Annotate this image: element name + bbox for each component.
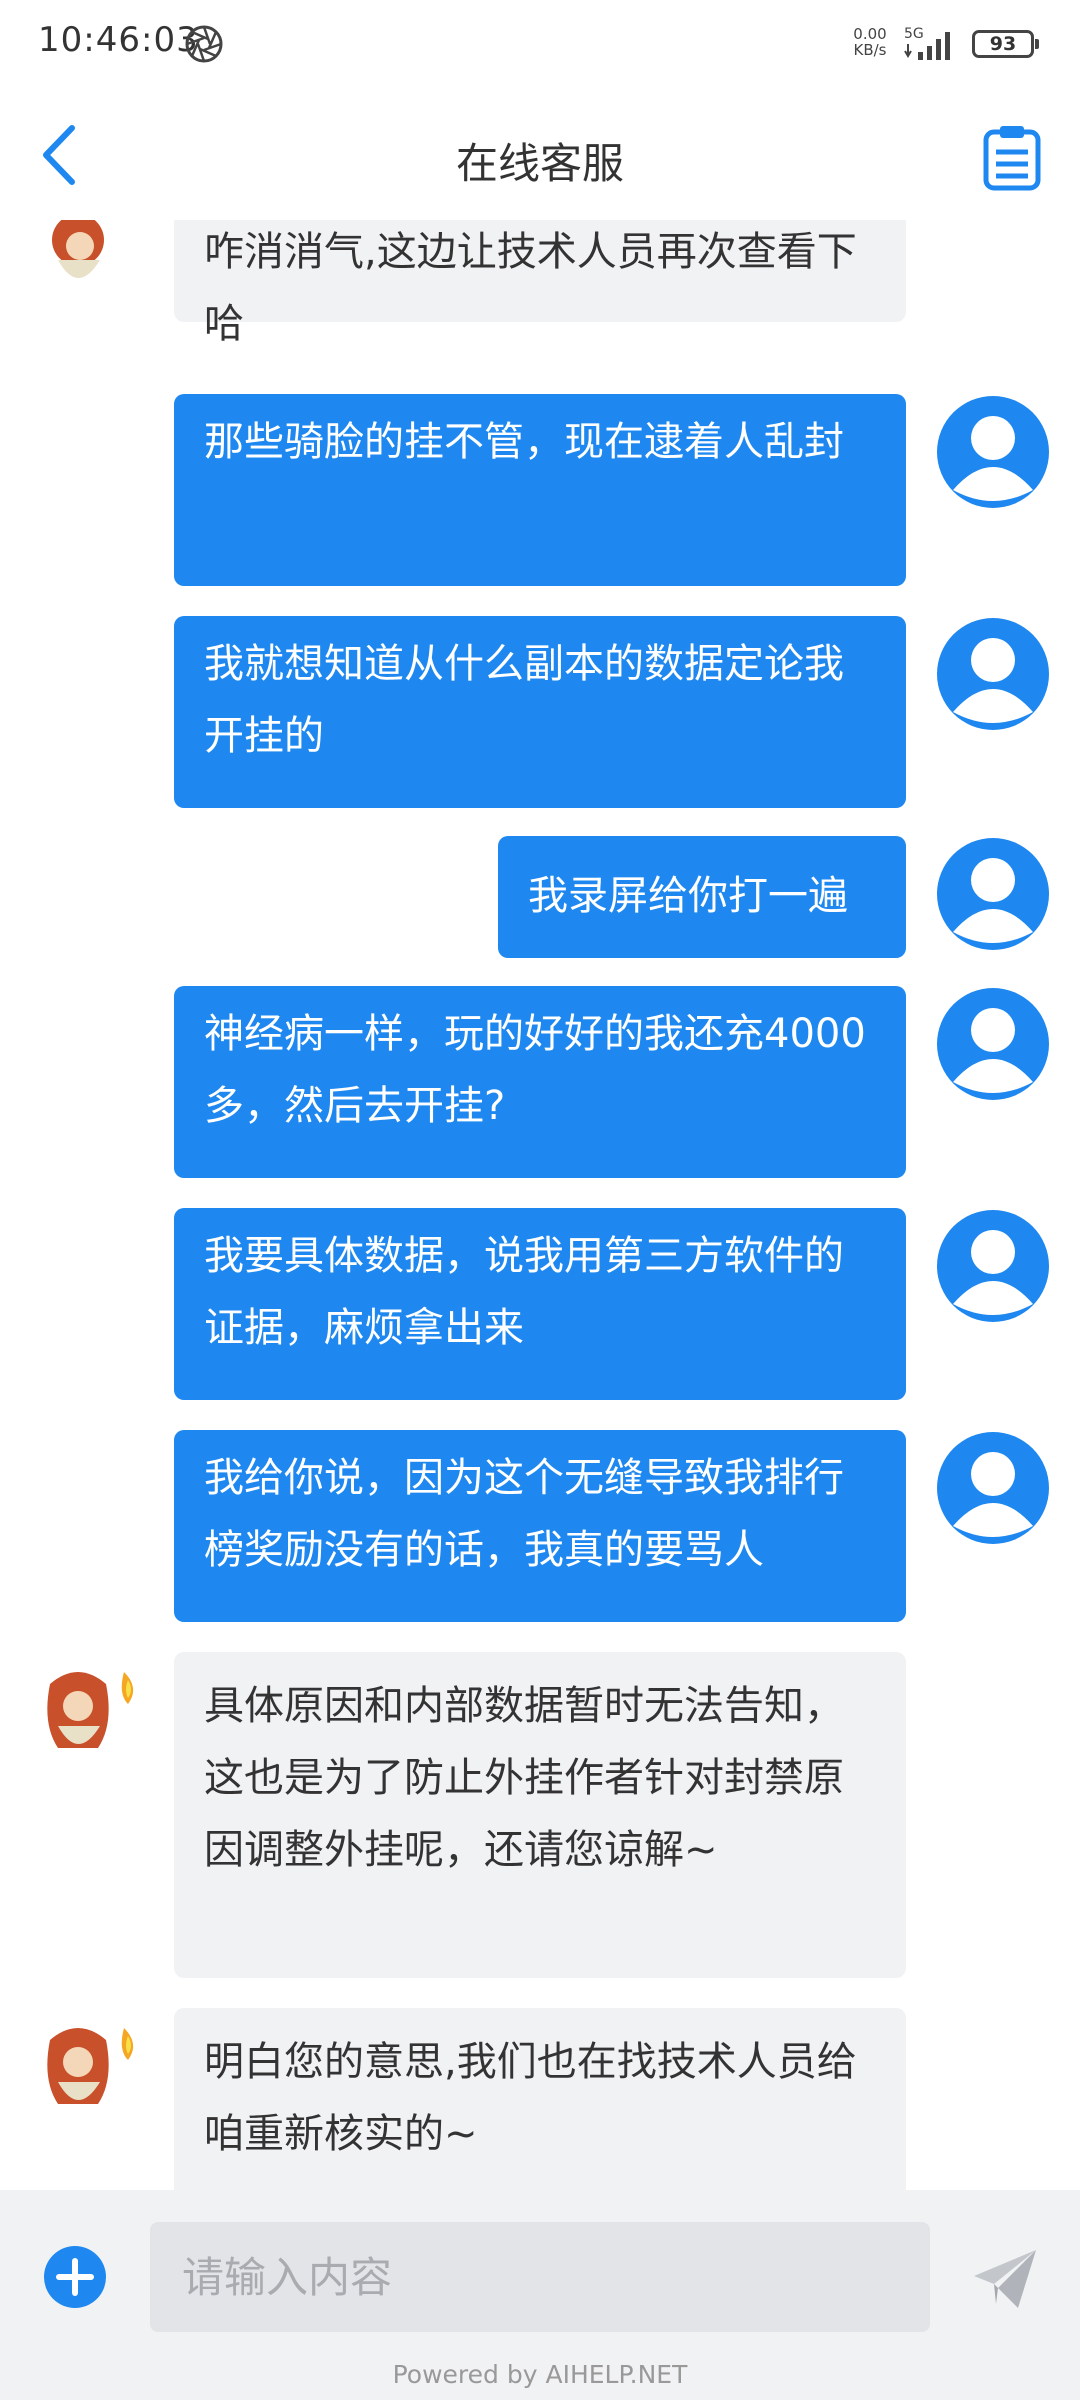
plus-circle-icon (44, 2246, 106, 2308)
battery-indicator: 93 (972, 30, 1039, 58)
status-bar: 10:46:03 0.00 KB/s 5G 93 (0, 0, 1080, 90)
message-bubble: 我录屏给你打一遍 (498, 836, 906, 958)
user-avatar-icon (937, 396, 1049, 508)
user-avatar-icon (937, 1432, 1049, 1544)
add-button[interactable] (42, 2244, 108, 2310)
signal-icon: 5G (904, 26, 950, 60)
page-title: 在线客服 (455, 139, 624, 188)
agent-avatar (47, 2028, 134, 2104)
input-bar (0, 2190, 1080, 2350)
header: 在线客服 (0, 90, 1080, 220)
clipboard-button[interactable] (980, 122, 1044, 192)
user-avatar-icon (937, 618, 1049, 730)
agent-avatar (52, 220, 104, 278)
message-bubble: 我要具体数据，说我用第三方软件的证据，麻烦拿出来 (174, 1208, 906, 1400)
message-bubble: 明白您的意思,我们也在找技术人员给咱重新核实的~ (174, 2008, 906, 2190)
network-speed: 0.00 KB/s (848, 26, 892, 58)
chat-message-list[interactable]: 咋消消气,这边让技术人员再次查看下哈 那些骑脸的挂不管，现在逮着人乱封 我就想知… (0, 220, 1080, 2190)
network-type: 5G (904, 26, 924, 42)
user-avatar-icon (937, 838, 1049, 950)
network-speed-unit: KB/s (853, 41, 887, 59)
message-bubble: 我给你说，因为这个无缝导致我排行榜奖励没有的话，我真的要骂人 (174, 1430, 906, 1622)
shutter-icon (185, 25, 223, 63)
message-bubble: 神经病一样，玩的好好的我还充4000多，然后去开挂? (174, 986, 906, 1178)
status-time: 10:46:03 (38, 20, 199, 60)
paper-plane-icon (974, 2250, 1036, 2308)
message-bubble: 咋消消气,这边让技术人员再次查看下哈 (174, 220, 906, 347)
user-avatar-icon (937, 1210, 1049, 1322)
message-bubble: 具体原因和内部数据暂时无法告知，这也是为了防止外挂作者针对封禁原因调整外挂呢，还… (174, 1652, 906, 1978)
message-bubble: 我就想知道从什么副本的数据定论我开挂的 (174, 616, 906, 808)
user-avatar-icon (937, 988, 1049, 1100)
send-button[interactable] (970, 2246, 1040, 2312)
agent-avatar (47, 1672, 134, 1748)
network-speed-value: 0.00 (853, 25, 887, 43)
message-bubble: 那些骑脸的挂不管，现在逮着人乱封 (174, 394, 906, 586)
clipboard-icon (983, 126, 1041, 191)
powered-by-footer: Powered by AIHELP.NET (0, 2350, 1080, 2400)
message-input[interactable] (150, 2222, 930, 2332)
